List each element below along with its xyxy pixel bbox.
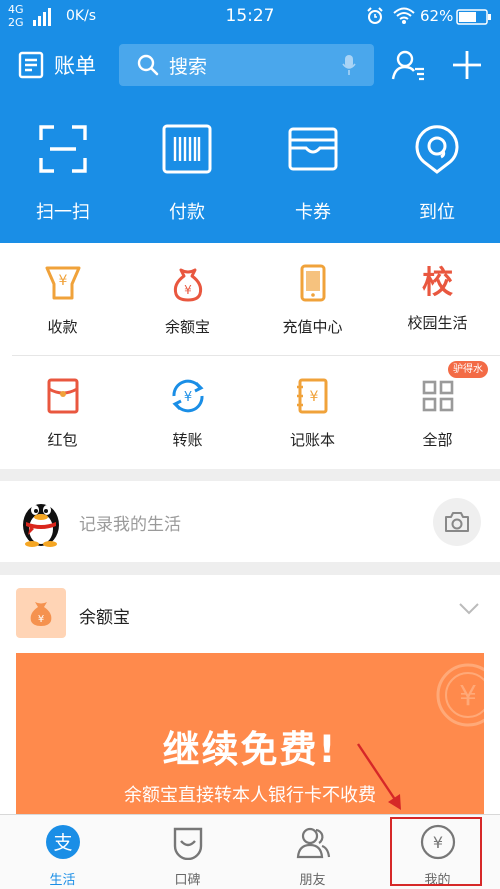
grid-all-icon bbox=[422, 380, 453, 412]
battery-percent: 62% bbox=[420, 7, 454, 25]
service-label: 收款 bbox=[47, 318, 78, 336]
service-label: 充值中心 bbox=[282, 318, 343, 336]
tab-label: 生活 bbox=[49, 873, 76, 888]
campus-icon: 校 bbox=[422, 265, 453, 301]
record-placeholder: 记录我的生活 bbox=[79, 515, 181, 535]
svg-text:¥: ¥ bbox=[38, 614, 44, 625]
coupon-label: 卡券 bbox=[295, 202, 331, 223]
service-label: 转账 bbox=[172, 431, 203, 449]
network-type: 4G 2G bbox=[8, 3, 24, 29]
highlight-box bbox=[390, 817, 482, 886]
wifi-icon bbox=[393, 7, 415, 24]
service-label: 记账本 bbox=[289, 431, 335, 449]
grid-divider bbox=[12, 355, 500, 356]
mic-icon[interactable] bbox=[342, 54, 356, 76]
scan-button[interactable]: 扫一扫 bbox=[3, 124, 123, 224]
svg-text:¥: ¥ bbox=[184, 283, 192, 297]
phone-recharge-icon bbox=[300, 264, 325, 302]
moneybag-icon: ¥ bbox=[173, 268, 202, 302]
svg-text:¥: ¥ bbox=[183, 390, 191, 405]
alipay-icon: 支 bbox=[45, 825, 80, 859]
svg-text:¥: ¥ bbox=[58, 273, 67, 289]
friends-icon bbox=[296, 827, 330, 859]
svg-text:¥: ¥ bbox=[309, 389, 318, 405]
arrive-label: 到位 bbox=[419, 202, 455, 223]
search-icon bbox=[137, 54, 159, 76]
service-red-envelope[interactable]: 红包 bbox=[0, 377, 125, 450]
pay-label: 付款 bbox=[169, 202, 205, 223]
qq-penguin-avatar bbox=[23, 504, 59, 547]
bill-icon bbox=[18, 51, 44, 79]
moneybag-icon: ¥ bbox=[30, 602, 52, 626]
service-transfer[interactable]: ¥ 转账 bbox=[125, 377, 250, 450]
service-campus[interactable]: 校 校园生活 bbox=[375, 264, 500, 333]
tab-friends[interactable]: 朋友 bbox=[250, 815, 375, 889]
service-label: 红包 bbox=[47, 431, 78, 449]
tab-life[interactable]: 支 生活 bbox=[0, 815, 125, 889]
card-icon bbox=[288, 127, 338, 171]
svg-text:¥: ¥ bbox=[459, 679, 477, 712]
service-yuebao[interactable]: ¥ 余额宝 bbox=[125, 264, 250, 337]
service-ledger[interactable]: ¥ 记账本 bbox=[250, 377, 375, 450]
service-all[interactable]: 全部 bbox=[375, 377, 500, 450]
tab-label: 朋友 bbox=[299, 873, 326, 888]
tab-koubei[interactable]: 口碑 bbox=[125, 815, 250, 889]
services-grid: ¥ 收款 ¥ 余额宝 充值中心 校 校园生活 红包 ¥ 转账 ¥ 记账本 全部 bbox=[0, 243, 500, 469]
network-bottom-label: 2G bbox=[8, 16, 24, 29]
service-label: 校园生活 bbox=[407, 314, 468, 332]
camera-button[interactable] bbox=[433, 498, 481, 546]
arrive-button[interactable]: 到位 bbox=[377, 124, 497, 224]
location-icon bbox=[415, 125, 459, 174]
service-recharge[interactable]: 充值中心 bbox=[250, 264, 375, 337]
service-receive-money[interactable]: ¥ 收款 bbox=[0, 264, 125, 337]
service-label: 全部 bbox=[422, 431, 453, 449]
scan-icon bbox=[39, 125, 87, 173]
promo-badge: 驴得水 bbox=[448, 361, 488, 378]
svg-text:支: 支 bbox=[53, 832, 72, 854]
camera-icon bbox=[445, 512, 469, 532]
signal-icon bbox=[33, 8, 51, 26]
receive-money-icon: ¥ bbox=[45, 266, 80, 300]
yuebao-card-icon: ¥ bbox=[16, 588, 66, 638]
contacts-icon[interactable] bbox=[391, 49, 425, 81]
network-top-label: 4G bbox=[8, 3, 24, 16]
status-bar: 4G 2G 0K/s 15:27 62% bbox=[0, 0, 500, 34]
barcode-icon bbox=[162, 124, 212, 174]
tab-label: 口碑 bbox=[174, 873, 201, 888]
record-life-row[interactable]: 记录我的生活 bbox=[0, 481, 500, 562]
scan-label: 扫一扫 bbox=[36, 202, 90, 223]
service-label: 余额宝 bbox=[164, 318, 210, 336]
red-envelope-icon bbox=[47, 378, 78, 414]
koubei-icon bbox=[173, 827, 202, 861]
search-placeholder: 搜索 bbox=[169, 55, 208, 78]
status-time: 15:27 bbox=[225, 6, 275, 26]
coupon-button[interactable]: 卡券 bbox=[253, 124, 373, 224]
pointer-arrow-icon bbox=[357, 743, 401, 810]
ledger-icon: ¥ bbox=[296, 378, 327, 414]
bill-button[interactable]: 账单 bbox=[18, 50, 96, 80]
network-speed: 0K/s bbox=[66, 8, 97, 24]
search-input[interactable]: 搜索 bbox=[119, 44, 374, 86]
alarm-icon bbox=[367, 7, 383, 24]
battery-icon bbox=[456, 9, 491, 25]
plus-icon[interactable] bbox=[451, 49, 483, 81]
chevron-down-icon[interactable] bbox=[459, 603, 479, 615]
yuebao-card-title: 余额宝 bbox=[79, 608, 130, 628]
transfer-icon: ¥ bbox=[171, 379, 204, 413]
yuebao-card[interactable]: ¥ 余额宝 ¥ 继续免费! 余额宝直接转本人银行卡不收费 bbox=[0, 575, 500, 815]
bill-label: 账单 bbox=[54, 54, 96, 78]
pay-button[interactable]: 付款 bbox=[127, 124, 247, 224]
